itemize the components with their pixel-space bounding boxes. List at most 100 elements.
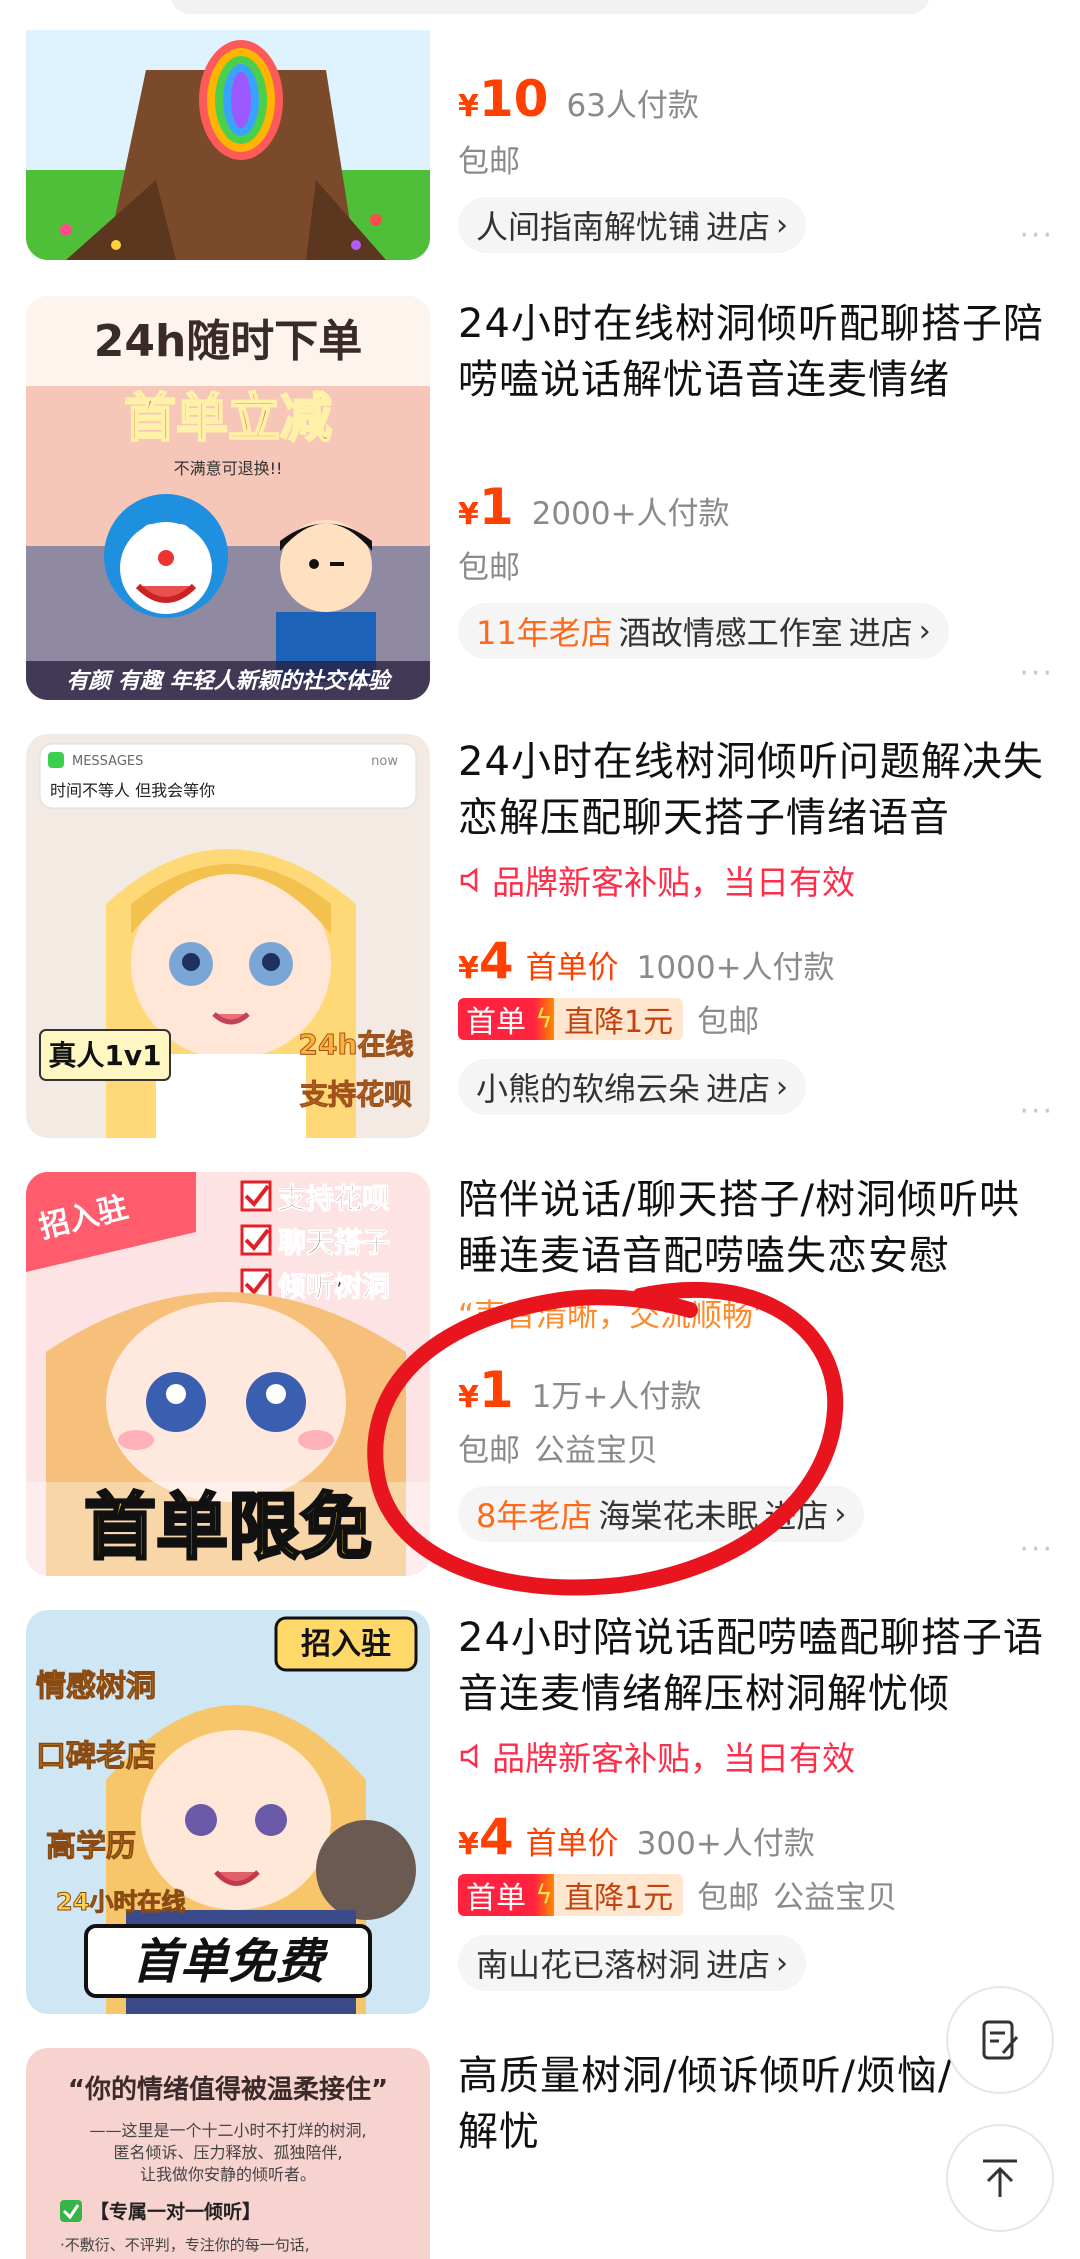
shop-name: 小熊的软绵云朵: [476, 1070, 701, 1108]
promo-text: 品牌新客补贴，当日有效: [492, 1739, 855, 1778]
more-options-icon[interactable]: ···: [1019, 656, 1054, 691]
image-side-4: 24小时在线: [56, 1888, 185, 1916]
image-text-promo: 首单立减: [124, 389, 332, 449]
shop-link[interactable]: 小熊的软绵云朵 进店 ›: [458, 1059, 807, 1115]
shop-name: 酒故情感工作室: [618, 614, 843, 652]
paid-count: 1万+人付款: [531, 1379, 702, 1415]
first-order-price-label: 首单价: [525, 1826, 619, 1862]
image-footer: ·不敷衍、不评判，专注你的每一句话,: [60, 2236, 310, 2254]
enter-shop-label: 进店: [706, 1070, 771, 1108]
tag-free-shipping: 包邮: [697, 1880, 760, 1916]
product-card[interactable]: 招入驻 支持花呗 聊天搭子 倾听树洞 首单限免 陪伴说话/聊天搭子/树洞倾听哄睡…: [0, 1172, 1080, 1592]
product-title[interactable]: 24小时在线树洞倾听配聊搭子陪唠嗑说话解忧语音连麦情绪: [458, 296, 1058, 408]
image-check-3: 倾听树洞: [277, 1270, 390, 1303]
price: ¥10: [458, 70, 549, 128]
price: ¥4: [458, 932, 514, 990]
tag-free-shipping: 包邮: [458, 1433, 520, 1469]
paid-count: 300+人付款: [636, 1826, 815, 1862]
enter-shop-label: 进店: [764, 1497, 829, 1535]
more-options-icon[interactable]: ···: [1019, 218, 1054, 253]
image-msg-app: MESSAGES: [72, 754, 143, 769]
shop-name: 南山花已落树洞: [476, 1946, 701, 1984]
product-title[interactable]: 高质量树洞/倾诉倾听/烦恼/解忧: [458, 2048, 978, 2160]
shop-age-badge: 11年老店: [476, 614, 613, 652]
image-side-1: 情感树洞: [36, 1669, 156, 1704]
product-card[interactable]: 24h随时下单 首单立减 不满意可退换!! 有颜 有趣 年轻人新颖的社交体验 2…: [0, 296, 1080, 716]
shop-link[interactable]: 南山花已落树洞 进店 ›: [458, 1935, 807, 1991]
first-order-price-label: 首单价: [525, 950, 619, 986]
chevron-right-icon: ›: [776, 1945, 789, 1981]
shop-name: 人间指南解忧铺: [476, 208, 701, 246]
more-options-icon[interactable]: ···: [1019, 1532, 1054, 1567]
image-line-1: ——这里是一个十二小时不打烊的树洞,: [89, 2121, 366, 2140]
tag-free-shipping: 包邮: [458, 144, 520, 180]
image-text-top: 24h随时下单: [94, 316, 363, 367]
image-msg-time: now: [371, 754, 398, 769]
promo-banner: 品牌新客补贴，当日有效: [458, 1732, 1058, 1780]
more-options-icon[interactable]: ···: [1019, 1094, 1054, 1129]
image-text-sub: 不满意可退换!!: [174, 459, 283, 478]
product-title[interactable]: 24小时在线树洞倾听问题解决失恋解压配聊天搭子情绪语音: [458, 734, 1058, 846]
arrow-up-icon: [983, 2159, 1017, 2197]
shop-link[interactable]: 11年老店 酒故情感工作室 进店 ›: [458, 603, 949, 659]
product-image[interactable]: [26, 30, 430, 260]
image-side-2: 口碑老店: [36, 1739, 156, 1774]
image-check-1: 支持花呗: [278, 1182, 390, 1215]
first-order-discount-badge: 首单 ϟ 直降1元: [458, 997, 684, 1040]
product-card[interactable]: ¥10 63人付款 包邮 人间指南解忧铺 进店 › ···: [0, 0, 1080, 280]
shop-link[interactable]: 人间指南解忧铺 进店 ›: [458, 197, 807, 253]
enter-shop-label: 进店: [706, 1946, 771, 1984]
price: ¥4: [458, 1808, 514, 1866]
image-check-2: 聊天搭子: [278, 1226, 390, 1259]
image-quote: “你的情绪值得被温柔接住”: [68, 2074, 388, 2105]
product-title[interactable]: 24小时陪说话配唠嗑配聊搭子语音连麦情绪解压树洞解忧倾: [458, 1610, 1058, 1722]
tag-free-shipping: 包邮: [697, 1004, 760, 1040]
chevron-right-icon: ›: [776, 207, 789, 243]
image-text-a: 真人1v1: [48, 1039, 161, 1072]
image-text-bottom: 有颜 有趣 年轻人新颖的社交体验: [66, 668, 392, 694]
product-card[interactable]: 招入驻 情感树洞 口碑老店 高学历 24小时在线 首单免费 24小时陪说话配唠嗑…: [0, 1610, 1080, 2030]
paid-count: 63人付款: [566, 88, 699, 124]
feedback-button[interactable]: [946, 1986, 1054, 2094]
product-title[interactable]: 陪伴说话/聊天搭子/树洞倾听哄睡连麦语音配唠嗑失恋安慰: [458, 1172, 1058, 1284]
first-order-discount-badge: 首单 ϟ 直降1元: [458, 1873, 684, 1916]
product-image[interactable]: 24h随时下单 首单立减 不满意可退换!! 有颜 有趣 年轻人新颖的社交体验: [26, 296, 430, 700]
enter-shop-label: 进店: [706, 208, 771, 246]
product-image[interactable]: MESSAGES now 时间不等人 但我会等你 真人1v1 24h在线 支持花…: [26, 734, 430, 1138]
image-check: 【专属一对一倾听】: [90, 2200, 261, 2223]
image-text-bottom: 首单限免: [84, 1485, 372, 1569]
promo-text: 品牌新客补贴，当日有效: [492, 863, 855, 902]
promo-banner: 品牌新客补贴，当日有效: [458, 856, 1058, 904]
edit-note-icon: [982, 2020, 1019, 2060]
paid-count: 1000+人付款: [636, 950, 835, 986]
enter-shop-label: 进店: [848, 614, 913, 652]
lightning-icon: ϟ: [534, 997, 554, 1040]
image-line-2: 匿名倾诉、压力释放、孤独陪伴,: [113, 2143, 342, 2162]
image-text-b: 24h在线: [299, 1028, 414, 1061]
product-image[interactable]: 招入驻 支持花呗 聊天搭子 倾听树洞 首单限免: [26, 1172, 430, 1576]
tag-charity: 公益宝贝: [773, 1880, 898, 1916]
scroll-to-top-button[interactable]: [946, 2124, 1054, 2232]
price: ¥1: [458, 1361, 514, 1419]
shop-age-badge: 8年老店: [476, 1497, 593, 1535]
image-line-3: 让我做你安静的倾听者。: [140, 2165, 316, 2184]
product-image[interactable]: “你的情绪值得被温柔接住” ——这里是一个十二小时不打烊的树洞, 匿名倾诉、压力…: [26, 2048, 430, 2259]
product-card[interactable]: MESSAGES now 时间不等人 但我会等你 真人1v1 24h在线 支持花…: [0, 734, 1080, 1154]
lightning-icon: ϟ: [534, 1873, 554, 1916]
chevron-right-icon: ›: [834, 1496, 847, 1532]
tag-charity: 公益宝贝: [534, 1433, 658, 1469]
paid-count: 2000+人付款: [531, 496, 730, 532]
speaker-icon: [460, 867, 478, 893]
product-card[interactable]: “你的情绪值得被温柔接住” ——这里是一个十二小时不打烊的树洞, 匿名倾诉、压力…: [0, 2048, 1080, 2259]
image-msg-text: 时间不等人 但我会等你: [50, 781, 215, 800]
image-text-bottom: 首单免费: [132, 1934, 329, 1990]
shop-link[interactable]: 8年老店 海棠花未眠 进店 ›: [458, 1486, 865, 1542]
speaker-icon: [460, 1743, 478, 1769]
product-image[interactable]: 招入驻 情感树洞 口碑老店 高学历 24小时在线 首单免费: [26, 1610, 430, 2014]
chevron-right-icon: ›: [776, 1069, 789, 1105]
image-side-3: 高学历: [46, 1829, 136, 1864]
tag-free-shipping: 包邮: [458, 550, 520, 586]
shop-name: 海棠花未眠: [598, 1497, 759, 1535]
price: ¥1: [458, 478, 514, 536]
chevron-right-icon: ›: [918, 613, 931, 649]
